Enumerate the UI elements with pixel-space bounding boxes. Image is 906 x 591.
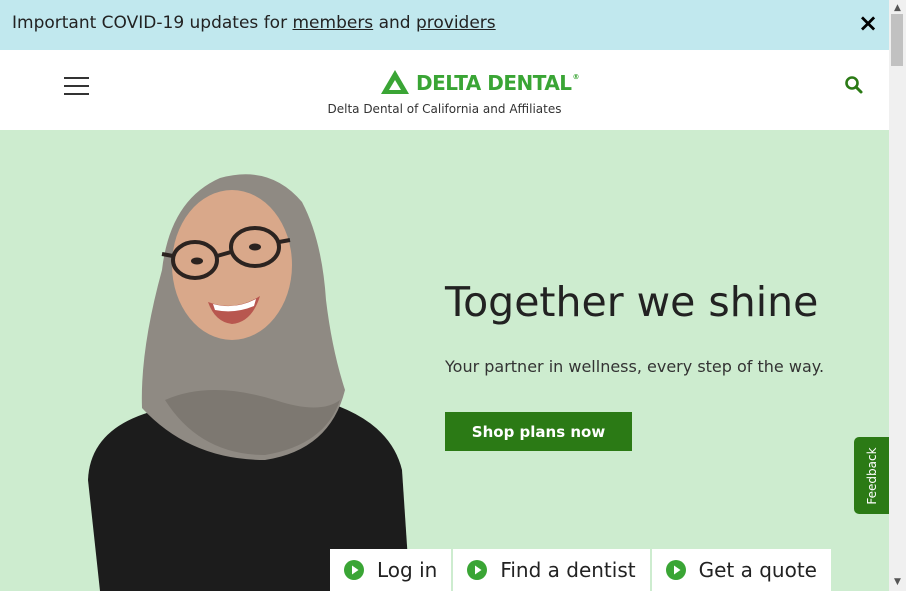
log-in-label: Log in — [377, 558, 438, 582]
hero-headline: Together we shine — [445, 278, 819, 326]
find-a-dentist-link[interactable]: Find a dentist — [453, 549, 652, 591]
scroll-up-arrow-icon[interactable]: ▲ — [889, 0, 906, 14]
get-a-quote-link[interactable]: Get a quote — [651, 549, 831, 591]
alert-text: Important COVID-19 updates for members a… — [12, 13, 496, 33]
play-circle-icon — [665, 560, 686, 580]
delta-dental-logo[interactable]: DELTA DENTAL® — [380, 69, 600, 97]
covid-alert-banner: Important COVID-19 updates for members a… — [0, 0, 889, 50]
feedback-tab[interactable]: Feedback — [854, 437, 889, 514]
quick-links-bar: Log in Find a dentist Get a quote — [330, 549, 831, 591]
header-subline: Delta Dental of California and Affiliate… — [327, 102, 562, 116]
logo-wordmark: DELTA DENTAL — [416, 71, 572, 95]
logo-registered-mark: ® — [572, 73, 580, 81]
search-icon[interactable] — [844, 75, 864, 95]
hero-tagline: Your partner in wellness, every step of … — [445, 357, 825, 376]
get-a-quote-label: Get a quote — [698, 558, 817, 582]
alert-prefix: Important COVID-19 updates for — [12, 13, 293, 33]
logo-text: DELTA DENTAL® — [416, 71, 580, 95]
site-header: DELTA DENTAL® Delta Dental of California… — [0, 50, 889, 130]
scroll-down-arrow-icon[interactable]: ▼ — [889, 575, 906, 589]
hero-person-image — [88, 174, 410, 591]
feedback-label: Feedback — [864, 446, 879, 505]
hero-section: Together we shine Your partner in wellne… — [0, 130, 889, 591]
scrollbar-thumb[interactable] — [891, 14, 903, 66]
providers-link[interactable]: providers — [416, 13, 496, 33]
shop-plans-button[interactable]: Shop plans now — [445, 412, 632, 451]
log-in-link[interactable]: Log in — [330, 549, 454, 591]
play-circle-icon — [467, 560, 488, 580]
vertical-scrollbar[interactable]: ▲ ▼ — [889, 0, 906, 591]
members-link[interactable]: members — [292, 13, 373, 33]
play-circle-icon — [344, 560, 364, 580]
alert-conjunction: and — [373, 13, 416, 33]
hamburger-menu-icon[interactable] — [64, 77, 90, 97]
close-icon[interactable]: × — [858, 9, 878, 37]
find-a-dentist-label: Find a dentist — [500, 558, 636, 582]
delta-triangle-icon — [381, 70, 409, 94]
